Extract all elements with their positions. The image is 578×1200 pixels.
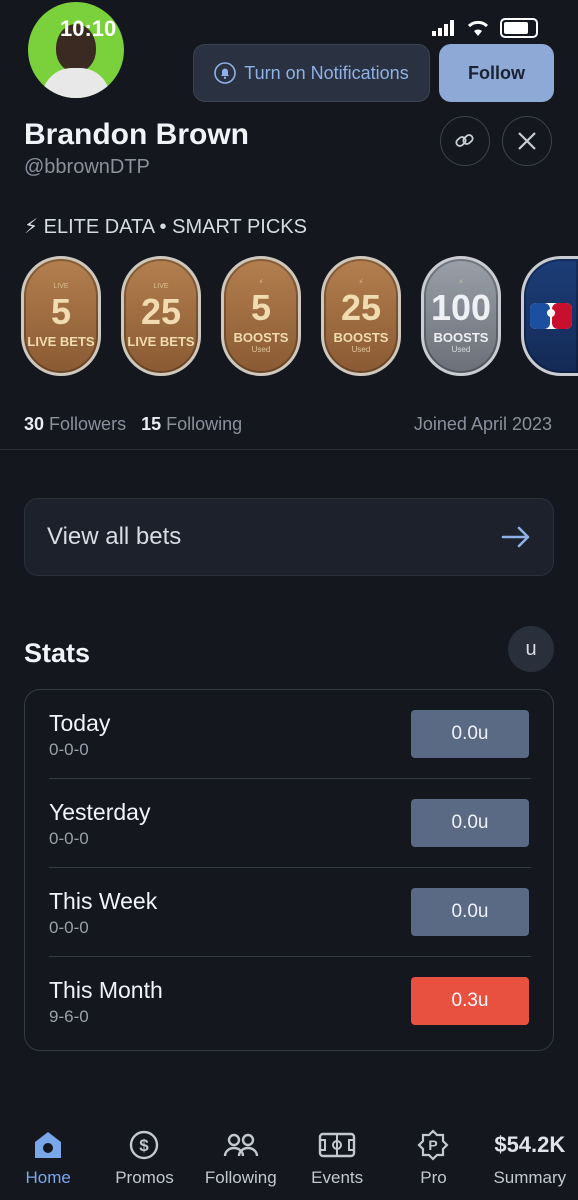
stats-units-pill: 0.3u — [411, 977, 529, 1025]
link-button[interactable] — [440, 116, 490, 166]
stats-row-today: Today 0-0-0 0.0u — [25, 690, 553, 778]
stats-period: Today — [49, 710, 111, 736]
badge-tag: LIVE — [53, 283, 69, 290]
badge-tag: ⚡ — [358, 279, 364, 286]
signal-icon — [432, 20, 454, 36]
svg-text:P: P — [429, 1137, 438, 1153]
badge-live-bets-5[interactable]: LIVE 5 LIVE BETS — [21, 256, 101, 376]
badge-value: 100 — [430, 287, 492, 328]
nav-events-label: Events — [311, 1168, 364, 1187]
nav-pro[interactable]: P Pro — [385, 1110, 481, 1200]
badge-boosts-5[interactable]: ⚡ 5 BOOSTS Used — [221, 256, 301, 376]
nav-home[interactable]: Home — [0, 1110, 96, 1200]
view-all-bets-button[interactable]: View all bets — [24, 498, 554, 576]
nav-home-label: Home — [25, 1168, 71, 1187]
following-label[interactable]: Following — [166, 414, 242, 434]
badge-value: 25 — [340, 287, 382, 328]
badge-boosts-100[interactable]: ⚡ 100 BOOSTS Used — [421, 256, 501, 376]
stats-row-yesterday: Yesterday 0-0-0 0.0u — [25, 779, 553, 867]
unit-toggle-button[interactable]: u — [508, 626, 554, 672]
stats-record: 0-0-0 — [49, 740, 89, 759]
stats-units-pill: 0.0u — [411, 888, 529, 936]
stats-period: Yesterday — [49, 799, 151, 825]
pro-badge-icon: P — [417, 1129, 450, 1161]
nav-events[interactable]: Events — [289, 1110, 385, 1200]
stats-row-this-month: This Month 9-6-0 0.3u — [25, 957, 553, 1045]
notifications-label: Turn on Notifications — [244, 62, 409, 83]
badge-tag: ⚡ — [258, 279, 264, 286]
badge-tag: ⚡ — [458, 279, 464, 286]
status-icons — [432, 18, 538, 38]
mlb-logo-icon — [530, 303, 572, 329]
badge-live-bets-25[interactable]: LIVE 25 LIVE BETS — [121, 256, 201, 376]
badge-sub: Used — [351, 345, 371, 354]
badge-label: BOOSTS — [233, 330, 289, 345]
stats-record: 9-6-0 — [49, 1007, 89, 1026]
stats-card: Today 0-0-0 0.0u Yesterday 0-0-0 0.0u Th… — [24, 689, 554, 1051]
followers-count: 30 — [24, 414, 45, 434]
badge-label: BOOSTS — [333, 330, 389, 345]
view-all-bets-label: View all bets — [47, 523, 182, 550]
badge-value: 5 — [250, 287, 272, 328]
nav-following[interactable]: Following — [193, 1110, 289, 1200]
joined-date: Joined April 2023 — [413, 414, 552, 434]
x-logo-icon — [518, 132, 536, 150]
follow-button[interactable]: Follow — [439, 44, 554, 102]
badge-boosts-25[interactable]: ⚡ 25 BOOSTS Used — [321, 256, 401, 376]
wifi-icon — [467, 20, 489, 36]
home-icon — [35, 1132, 62, 1158]
badge-sub: Used — [451, 345, 471, 354]
nav-pro-label: Pro — [420, 1168, 447, 1187]
followers-label[interactable]: Followers — [49, 414, 126, 434]
bottom-nav: Home $ Promos Following Events P Pro $54… — [0, 1110, 578, 1200]
divider — [0, 449, 578, 450]
badge-mlb[interactable] — [521, 256, 578, 376]
nav-promos[interactable]: $ Promos — [96, 1110, 192, 1200]
link-icon — [455, 134, 474, 147]
nav-summary-label: Summary — [493, 1168, 567, 1187]
svg-text:$: $ — [140, 1136, 150, 1155]
stats-record: 0-0-0 — [49, 829, 89, 848]
battery-icon — [500, 18, 538, 38]
stats-units-pill: 0.0u — [411, 710, 529, 758]
badge-label: BOOSTS — [433, 330, 489, 345]
stats-title: Stats — [24, 638, 91, 668]
arrow-right-icon — [501, 526, 530, 548]
field-icon — [318, 1132, 356, 1158]
stats-units-pill: 0.0u — [411, 799, 529, 847]
profile-name: Brandon Brown — [24, 118, 249, 151]
stats-row-this-week: This Week 0-0-0 0.0u — [25, 868, 553, 956]
nav-following-label: Following — [204, 1168, 277, 1187]
profile-bio: ⚡ ELITE DATA • SMART PICKS — [24, 216, 307, 238]
people-icon — [223, 1133, 259, 1157]
badge-label: LIVE BETS — [127, 334, 195, 349]
badge-value: 25 — [140, 291, 182, 332]
nav-summary[interactable]: $54.2K Summary — [482, 1110, 578, 1200]
stats-period: This Week — [49, 888, 158, 914]
summary-value: $54.2K — [494, 1132, 566, 1157]
following-count: 15 — [141, 414, 162, 434]
badge-sub: Used — [251, 345, 271, 354]
status-time: 10:10 — [60, 16, 117, 41]
badge-label: LIVE BETS — [27, 334, 95, 349]
nav-promos-label: Promos — [115, 1168, 174, 1187]
follow-counts: 30 Followers 15 Following — [24, 414, 242, 435]
stats-period: This Month — [49, 977, 163, 1003]
badge-tag: LIVE — [153, 283, 169, 290]
turn-on-notifications-button[interactable]: Turn on Notifications — [193, 44, 430, 102]
badge-value: 5 — [50, 291, 72, 332]
profile-handle: @bbrownDTP — [24, 156, 150, 178]
dollar-coin-icon: $ — [130, 1130, 159, 1160]
x-profile-button[interactable] — [502, 116, 552, 166]
stats-record: 0-0-0 — [49, 918, 89, 937]
bell-icon — [214, 62, 237, 84]
